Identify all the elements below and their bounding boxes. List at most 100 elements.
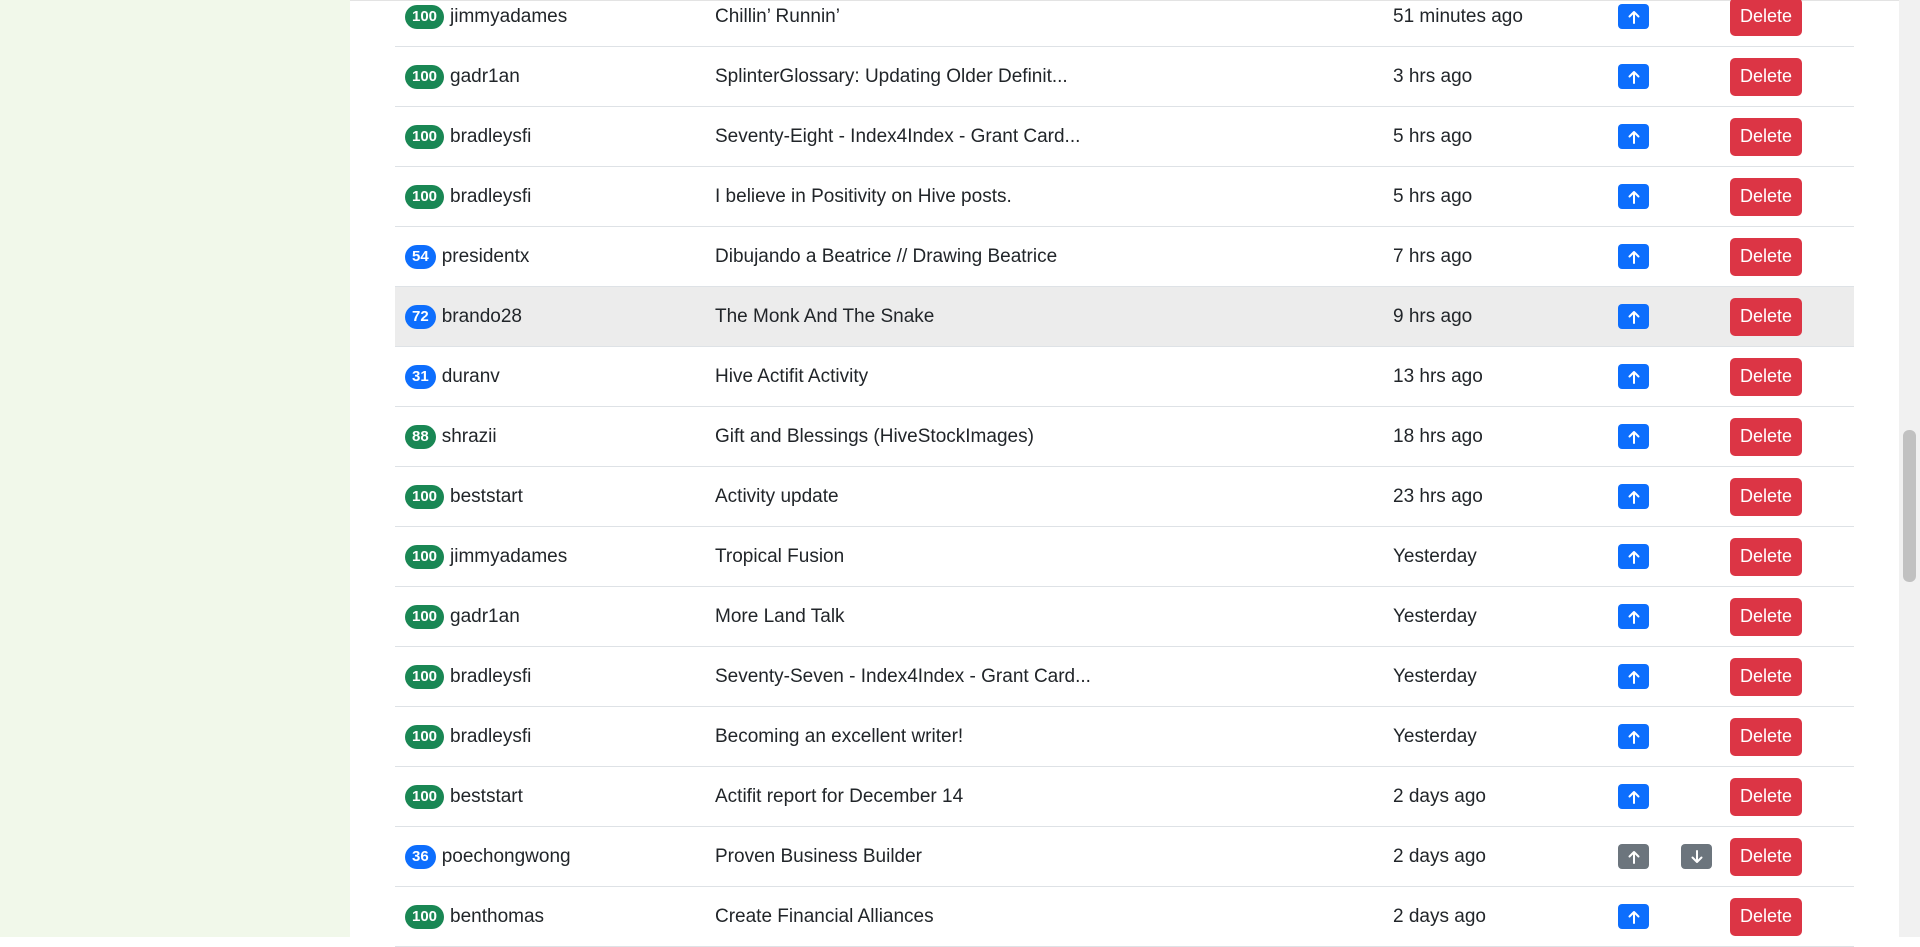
post-title[interactable]: Seventy-Eight - Index4Index - Grant Card… — [715, 107, 1080, 166]
author-name[interactable]: benthomas — [450, 906, 544, 928]
delete-button[interactable]: Delete — [1730, 177, 1802, 216]
delete-button[interactable]: Delete — [1730, 837, 1802, 876]
delete-button[interactable]: Delete — [1730, 897, 1802, 936]
author-cell: 100 benthomas — [405, 887, 544, 946]
author-name[interactable]: bradleysfi — [450, 126, 531, 148]
arrow-up-icon — [1628, 310, 1639, 324]
delete-button[interactable]: Delete — [1730, 477, 1802, 516]
author-name[interactable]: gadr1an — [450, 606, 520, 628]
upvote-button[interactable] — [1618, 124, 1649, 149]
upvote-button[interactable] — [1618, 844, 1649, 869]
arrow-up-icon — [1628, 70, 1639, 84]
author-name[interactable]: brando28 — [442, 306, 522, 328]
delete-button[interactable]: Delete — [1730, 297, 1802, 336]
upvote-button[interactable] — [1618, 304, 1649, 329]
upvote-button[interactable] — [1618, 4, 1649, 29]
author-name[interactable]: beststart — [450, 486, 523, 508]
scrollbar-thumb[interactable] — [1903, 430, 1916, 582]
upvote-button[interactable] — [1618, 724, 1649, 749]
post-title[interactable]: More Land Talk — [715, 587, 845, 646]
post-title[interactable]: The Monk And The Snake — [715, 287, 934, 346]
arrow-up-icon — [1628, 850, 1639, 864]
arrow-up-icon — [1628, 670, 1639, 684]
post-title[interactable]: Seventy-Seven - Index4Index - Grant Card… — [715, 647, 1091, 706]
post-title[interactable]: SplinterGlossary: Updating Older Definit… — [715, 47, 1068, 106]
post-title[interactable]: Tropical Fusion — [715, 527, 844, 586]
delete-button[interactable]: Delete — [1730, 717, 1802, 756]
arrow-up-icon — [1628, 730, 1639, 744]
delete-button[interactable]: Delete — [1730, 777, 1802, 816]
author-name[interactable]: jimmyadames — [450, 546, 567, 568]
arrow-up-icon — [1628, 430, 1639, 444]
delete-button[interactable]: Delete — [1730, 0, 1802, 36]
upvote-button[interactable] — [1618, 484, 1649, 509]
author-name[interactable]: bradleysfi — [450, 186, 531, 208]
post-time: 7 hrs ago — [1393, 245, 1473, 267]
score-badge: 72 — [405, 304, 436, 329]
post-title[interactable]: Chillin’ Runnin’ — [715, 0, 840, 46]
post-title[interactable]: Hive Actifit Activity — [715, 347, 868, 406]
score-badge: 100 — [405, 184, 445, 209]
score-badge: 100 — [405, 4, 445, 29]
post-title[interactable]: Proven Business Builder — [715, 827, 922, 886]
author-cell: 72 brando28 — [405, 287, 522, 346]
upvote-button[interactable] — [1618, 184, 1649, 209]
post-title[interactable]: Activity update — [715, 467, 839, 526]
arrow-up-icon — [1628, 190, 1639, 204]
author-cell: 100 gadr1an — [405, 47, 520, 106]
author-cell: 31 duranv — [405, 347, 500, 406]
delete-button[interactable]: Delete — [1730, 117, 1802, 156]
downvote-button[interactable] — [1681, 844, 1712, 869]
author-name[interactable]: gadr1an — [450, 66, 520, 88]
post-title[interactable]: Actifit report for December 14 — [715, 767, 963, 826]
table-row: 36 poechongwong Proven Business Builder … — [395, 827, 1854, 887]
author-name[interactable]: bradleysfi — [450, 666, 531, 688]
upvote-button[interactable] — [1618, 784, 1649, 809]
table-row: 100 beststart Activity update 23 hrs ago… — [395, 467, 1854, 527]
author-cell: 36 poechongwong — [405, 827, 571, 886]
score-badge: 31 — [405, 364, 436, 389]
delete-button[interactable]: Delete — [1730, 57, 1802, 96]
author-cell: 88 shrazii — [405, 407, 497, 466]
upvote-button[interactable] — [1618, 544, 1649, 569]
post-title[interactable]: I believe in Positivity on Hive posts. — [715, 167, 1012, 226]
delete-button[interactable]: Delete — [1730, 357, 1802, 396]
post-title[interactable]: Create Financial Alliances — [715, 887, 934, 946]
upvote-button[interactable] — [1618, 424, 1649, 449]
upvote-button[interactable] — [1618, 904, 1649, 929]
author-cell: 100 jimmyadames — [405, 527, 567, 586]
post-title[interactable]: Becoming an excellent writer! — [715, 707, 963, 766]
post-title[interactable]: Dibujando a Beatrice // Drawing Beatrice — [715, 227, 1057, 286]
author-name[interactable]: beststart — [450, 786, 523, 808]
author-cell: 100 bradleysfi — [405, 707, 531, 766]
post-time: 13 hrs ago — [1393, 365, 1483, 387]
arrow-up-icon — [1628, 790, 1639, 804]
author-name[interactable]: jimmyadames — [450, 6, 567, 28]
delete-button[interactable]: Delete — [1730, 417, 1802, 456]
delete-button[interactable]: Delete — [1730, 657, 1802, 696]
post-time: 51 minutes ago — [1393, 5, 1523, 27]
score-badge: 100 — [405, 544, 445, 569]
table-row: 100 beststart Actifit report for Decembe… — [395, 767, 1854, 827]
author-name[interactable]: presidentx — [442, 246, 530, 268]
delete-button[interactable]: Delete — [1730, 537, 1802, 576]
upvote-button[interactable] — [1618, 64, 1649, 89]
vertical-scrollbar[interactable] — [1899, 0, 1920, 937]
post-title[interactable]: Gift and Blessings (HiveStockImages) — [715, 407, 1034, 466]
author-name[interactable]: poechongwong — [442, 846, 571, 868]
delete-button[interactable]: Delete — [1730, 597, 1802, 636]
score-badge: 100 — [405, 904, 445, 929]
score-badge: 100 — [405, 484, 445, 509]
author-name[interactable]: bradleysfi — [450, 726, 531, 748]
table-row: 100 benthomas Create Financial Alliances… — [395, 887, 1854, 947]
author-name[interactable]: shrazii — [442, 426, 497, 448]
upvote-button[interactable] — [1618, 364, 1649, 389]
table-row: 100 bradleysfi Becoming an excellent wri… — [395, 707, 1854, 767]
author-name[interactable]: duranv — [442, 366, 500, 388]
post-time: 3 hrs ago — [1393, 65, 1473, 87]
delete-button[interactable]: Delete — [1730, 237, 1802, 276]
table-row: 100 gadr1an SplinterGlossary: Updating O… — [395, 47, 1854, 107]
upvote-button[interactable] — [1618, 604, 1649, 629]
upvote-button[interactable] — [1618, 664, 1649, 689]
upvote-button[interactable] — [1618, 244, 1649, 269]
